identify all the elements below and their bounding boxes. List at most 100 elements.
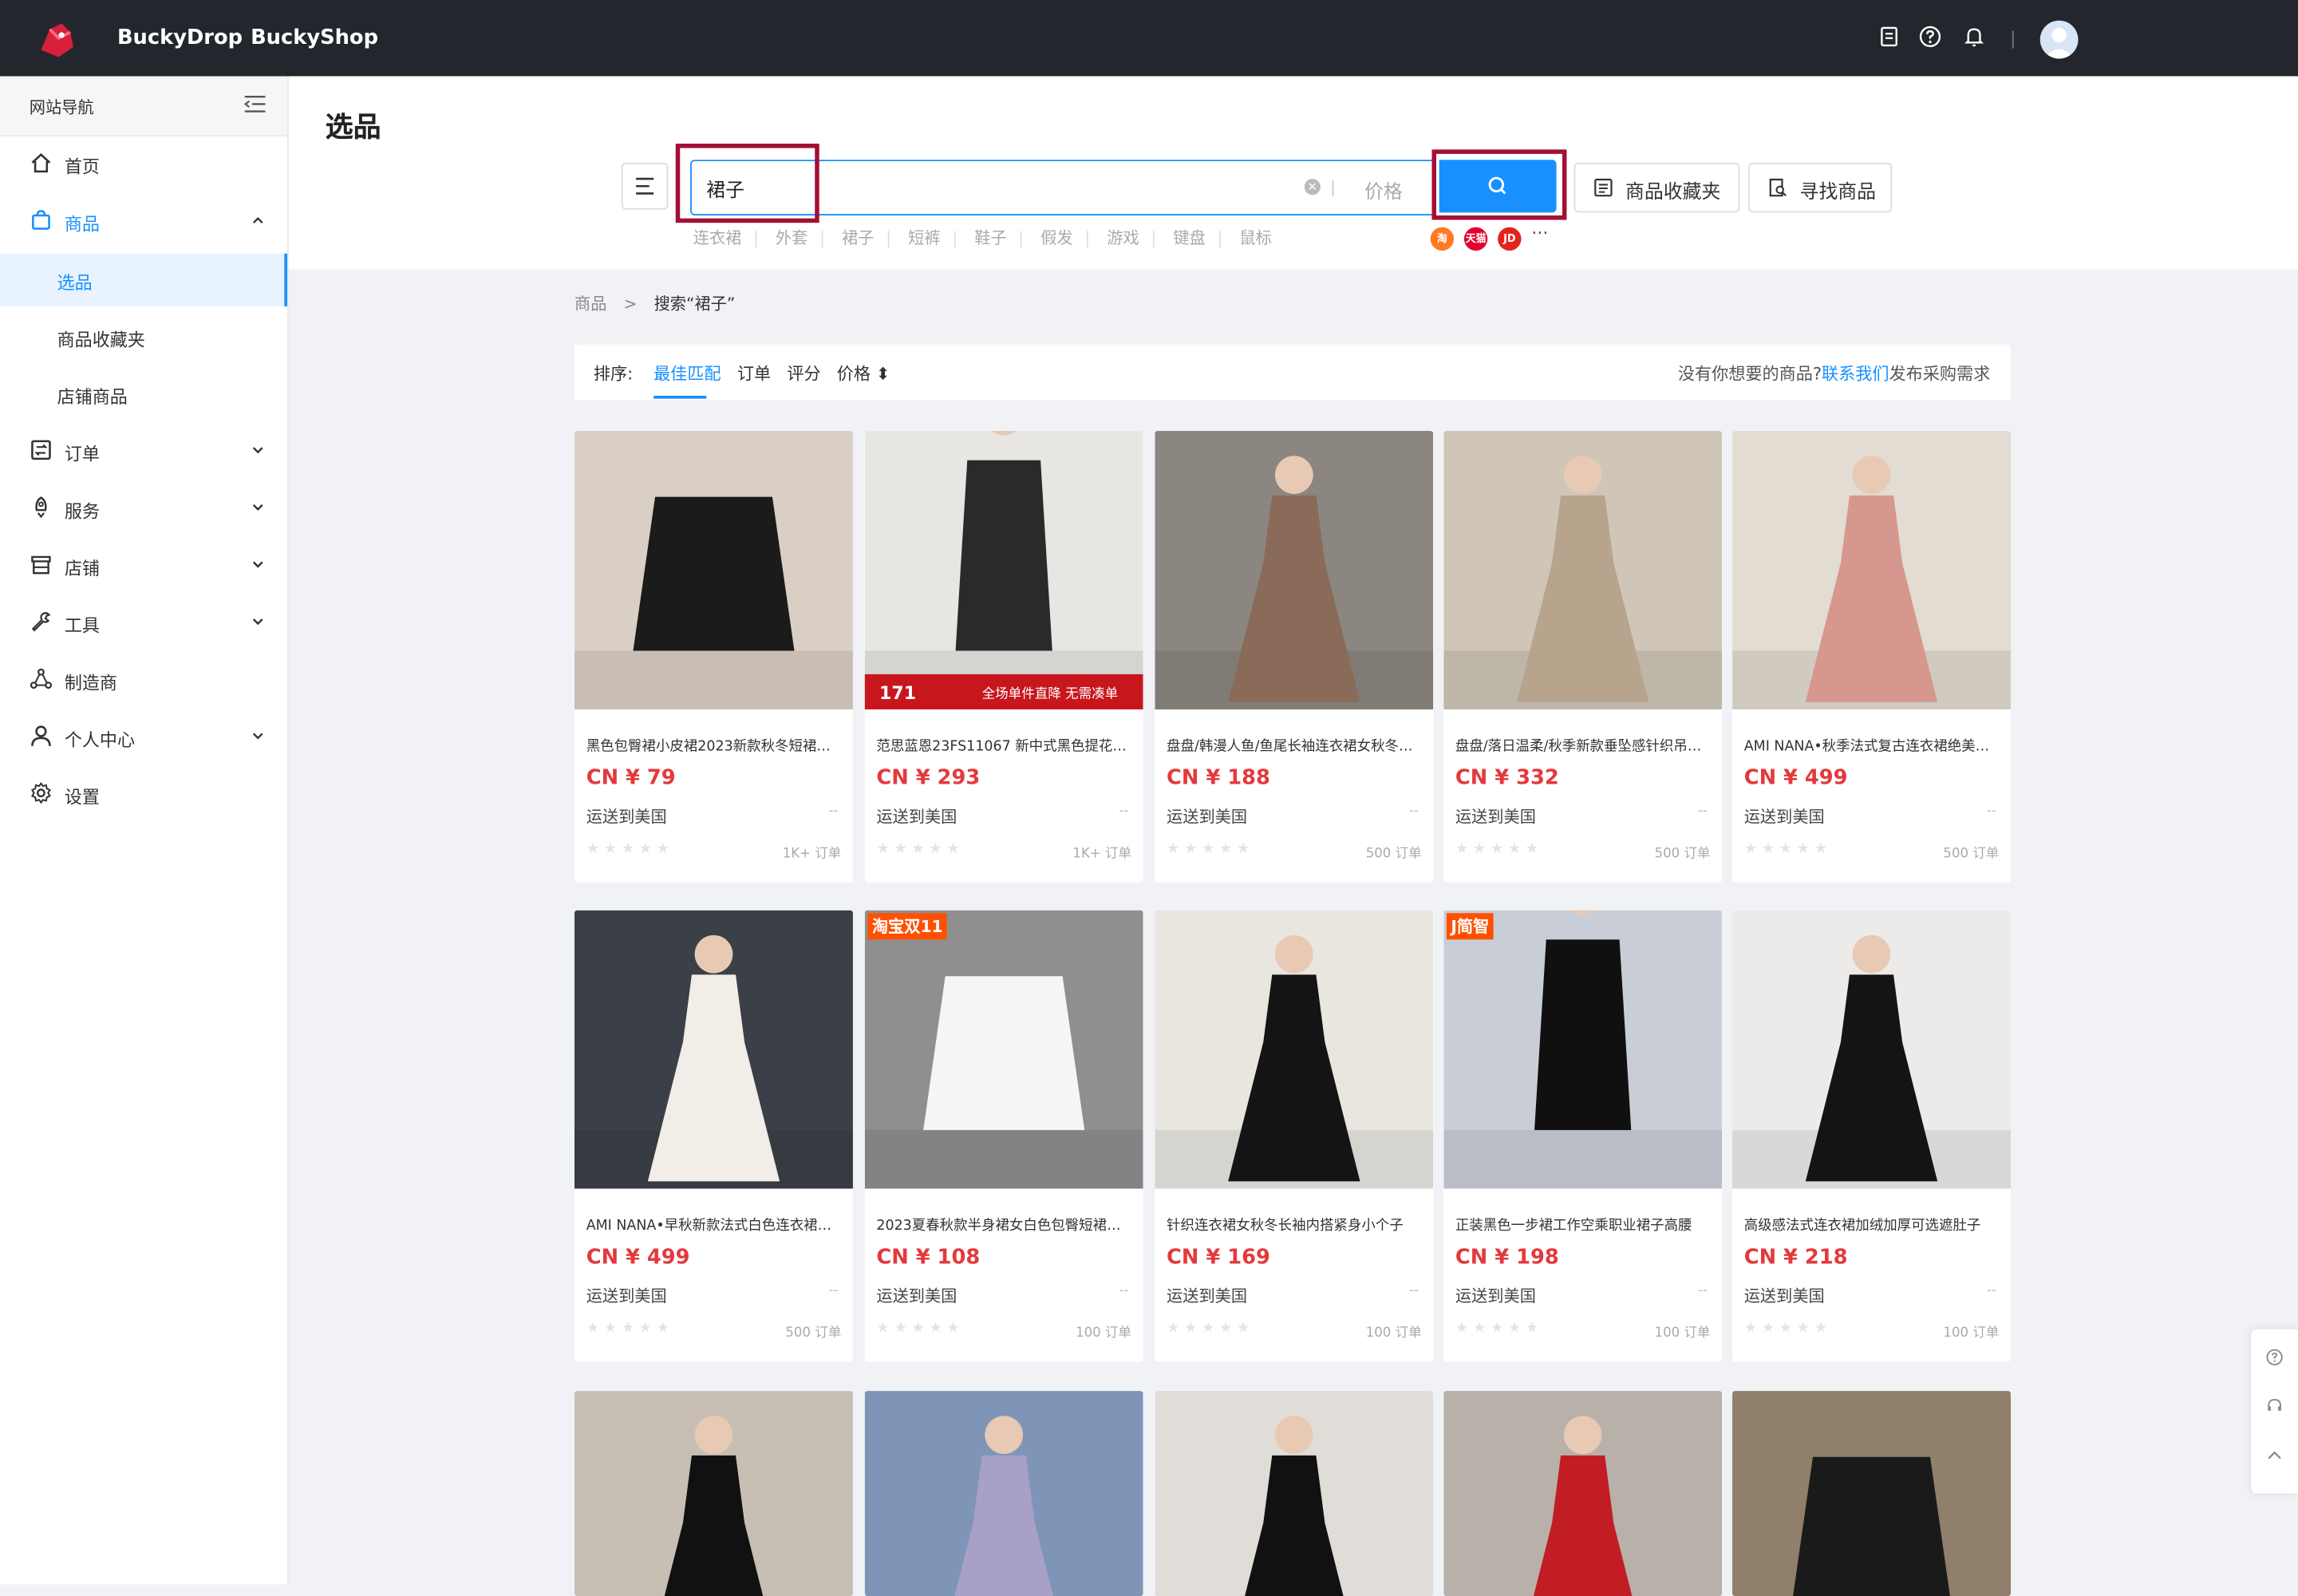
headset-icon[interactable] — [2266, 1396, 2284, 1414]
product-image[interactable] — [1443, 1391, 1723, 1596]
product-image[interactable] — [864, 1391, 1143, 1596]
contact-us-link[interactable]: 联系我们 — [1822, 364, 1889, 385]
top-divider — [2012, 30, 2014, 49]
avatar[interactable] — [2039, 20, 2079, 59]
product-image[interactable] — [1732, 910, 2012, 1189]
shipping-fee: -- — [1986, 1283, 1996, 1299]
sidebar-item-store[interactable]: 店铺 — [0, 539, 287, 592]
hot-tag[interactable]: 鞋子 — [974, 226, 1006, 249]
more-platforms-icon[interactable]: ··· — [1531, 223, 1548, 243]
sidebar-subitem-label: 商品收藏夹 — [57, 330, 145, 350]
help-circle-icon[interactable] — [2266, 1349, 2284, 1366]
product-image[interactable] — [1155, 431, 1434, 709]
hot-tag[interactable]: 鼠标 — [1239, 226, 1271, 249]
order-count: 1K+ 订单 — [782, 847, 842, 863]
product-image[interactable] — [574, 910, 853, 1189]
product-image[interactable]: 淘宝双11 — [864, 910, 1143, 1189]
sidebar-item-personal-center[interactable]: 个人中心 — [0, 711, 287, 764]
taobao-platform-icon[interactable]: 淘 — [1430, 227, 1455, 251]
chevron-up-icon — [252, 216, 263, 224]
product-image[interactable] — [574, 431, 853, 709]
find-products-button[interactable]: 寻找商品 — [1748, 162, 1893, 213]
back-to-top-icon[interactable] — [2266, 1447, 2284, 1464]
product-image[interactable] — [1155, 1391, 1434, 1596]
sidebar-item-manufacturers[interactable]: 制造商 — [0, 654, 287, 706]
brand-buckyshop[interactable]: BuckyShop — [251, 26, 378, 49]
hot-tag[interactable]: 连衣裙 — [693, 226, 742, 249]
brand-buckydrop[interactable]: BuckyDrop — [117, 26, 243, 49]
sidebar-item-services[interactable]: 服务 — [0, 482, 287, 535]
sidebar-subitem-store-products[interactable]: 店铺商品 — [0, 368, 287, 421]
product-card[interactable] — [1443, 1391, 1723, 1596]
hot-tag[interactable]: 假发 — [1040, 226, 1072, 249]
sort-rating[interactable]: 评分 — [787, 362, 820, 385]
sidebar-item-products[interactable]: 商品 — [0, 195, 287, 247]
product-image[interactable]: 171 全场单件直降 无需凑单 — [864, 431, 1143, 709]
product-title[interactable]: 2023夏春秋款半身裙女白色包臀短裙高腰 — [876, 1214, 1128, 1234]
product-card[interactable]: 盘盘/韩漫人鱼/鱼尾长袖连衣裙女秋冬修身 CN ¥ 188 运送到美国 -- ★★★★★… — [1155, 431, 1434, 883]
product-image[interactable] — [1732, 1391, 2012, 1596]
gear-icon — [30, 782, 51, 804]
product-title[interactable]: AMI NANA•早秋新款法式白色连衣裙长裙 — [586, 1214, 839, 1234]
sort-orders[interactable]: 订单 — [737, 362, 771, 385]
product-image[interactable] — [1155, 910, 1434, 1189]
sidebar-subitem-favorites[interactable]: 商品收藏夹 — [0, 310, 287, 363]
product-card[interactable]: 淘宝双11 2023夏春秋款半身裙女白色包臀短裙高腰 CN ¥ 108 运送到美国 --… — [864, 910, 1143, 1362]
help-icon[interactable] — [1918, 25, 1941, 48]
product-card[interactable]: 高级感法式连衣裙加绒加厚可选遮肚子 CN ¥ 218 运送到美国 -- ★★★★★ 100… — [1732, 910, 2012, 1362]
hot-tag[interactable]: 外套 — [776, 226, 807, 249]
product-card[interactable]: AMI NANA•早秋新款法式白色连衣裙长裙 CN ¥ 499 运送到美国 -- ★★★… — [574, 910, 853, 1362]
hot-tag[interactable]: 游戏 — [1107, 226, 1139, 249]
hot-tag[interactable]: 短裤 — [908, 226, 940, 249]
product-image[interactable] — [1732, 431, 2012, 709]
bell-icon[interactable] — [1962, 25, 1985, 48]
category-menu-button[interactable] — [621, 162, 669, 210]
collapse-menu-icon[interactable] — [243, 94, 267, 115]
product-title[interactable]: 高级感法式连衣裙加绒加厚可选遮肚子 — [1744, 1214, 1996, 1234]
product-card[interactable]: 针织连衣裙女秋冬长袖内搭紧身小个子 CN ¥ 169 运送到美国 -- ★★★★★ 100… — [1155, 910, 1434, 1362]
product-title[interactable]: 范思蓝恩23FS11067 新中式黑色提花半身裙 — [876, 734, 1128, 755]
product-image[interactable]: J简智 — [1443, 910, 1723, 1189]
order-count: 500 订单 — [1365, 847, 1422, 863]
price-filter-input[interactable]: 价格 — [1364, 176, 1403, 204]
hot-tag[interactable]: 键盘 — [1173, 226, 1205, 249]
sort-best-match[interactable]: 最佳匹配 — [653, 362, 721, 385]
rating-stars: ★★★★★ — [1455, 841, 1543, 858]
jd-platform-icon[interactable]: JD — [1498, 227, 1522, 251]
product-title[interactable]: AMI NANA•秋季法式复古连衣裙绝美长裙 — [1744, 734, 1996, 755]
favorites-button[interactable]: 商品收藏夹 — [1573, 162, 1740, 213]
product-card[interactable]: J简智 正装黑色一步裙工作空乘职业裙子高腰 CN ¥ 198 运送到美国 -- ★★★★★… — [1443, 910, 1723, 1362]
bucky-logo[interactable] — [35, 18, 79, 61]
product-title[interactable]: 盘盘/落日温柔/秋季新款垂坠感针织吊带裙 — [1455, 734, 1708, 755]
breadcrumb-root[interactable]: 商品 — [574, 294, 606, 314]
sort-price[interactable]: 价格 ⬍ — [837, 362, 890, 385]
document-icon[interactable] — [1877, 25, 1901, 48]
find-doc-icon — [1769, 178, 1787, 197]
product-card[interactable] — [1155, 1391, 1434, 1596]
tmall-platform-icon[interactable]: 天猫 — [1463, 227, 1488, 251]
chevron-down-icon — [252, 504, 263, 511]
product-image[interactable] — [1443, 431, 1723, 709]
sidebar-item-orders[interactable]: 订单 — [0, 425, 287, 478]
product-card[interactable]: 黑色包臀裙小皮裙2023新款秋冬短裙高腰 CN ¥ 79 运送到美国 -- ★★★★★ 1… — [574, 431, 853, 883]
product-title[interactable]: 针织连衣裙女秋冬长袖内搭紧身小个子 — [1167, 1214, 1419, 1234]
product-card[interactable] — [1732, 1391, 2012, 1596]
sidebar-item-tools[interactable]: 工具 — [0, 597, 287, 650]
sidebar-item-home[interactable]: 首页 — [0, 138, 287, 191]
product-card[interactable] — [864, 1391, 1143, 1596]
product-card[interactable]: 盘盘/落日温柔/秋季新款垂坠感针织吊带裙 CN ¥ 332 运送到美国 -- ★★★★★… — [1443, 431, 1723, 883]
hot-tag[interactable]: 裙子 — [842, 226, 874, 249]
product-card[interactable]: 171 全场单件直降 无需凑单 范思蓝恩23FS11067 新中式黑色提花半身裙 CN… — [864, 431, 1143, 883]
rating-stars: ★★★★★ — [1455, 1320, 1543, 1337]
sidebar-item-settings[interactable]: 设置 — [0, 768, 287, 820]
product-title[interactable]: 黑色包臀裙小皮裙2023新款秋冬短裙高腰 — [586, 734, 839, 755]
product-image-tag: J简智 — [1446, 913, 1494, 940]
sidebar-item-label: 订单 — [64, 444, 100, 465]
product-title[interactable]: 正装黑色一步裙工作空乘职业裙子高腰 — [1455, 1214, 1708, 1234]
product-card[interactable] — [574, 1391, 853, 1596]
sidebar-subitem-product-selection[interactable]: 选品 — [0, 253, 288, 306]
product-image[interactable] — [574, 1391, 853, 1596]
clear-icon[interactable]: ✕ — [1304, 179, 1321, 196]
product-card[interactable]: AMI NANA•秋季法式复古连衣裙绝美长裙 CN ¥ 499 运送到美国 -- ★★★… — [1732, 431, 2012, 883]
product-title[interactable]: 盘盘/韩漫人鱼/鱼尾长袖连衣裙女秋冬修身 — [1167, 734, 1419, 755]
